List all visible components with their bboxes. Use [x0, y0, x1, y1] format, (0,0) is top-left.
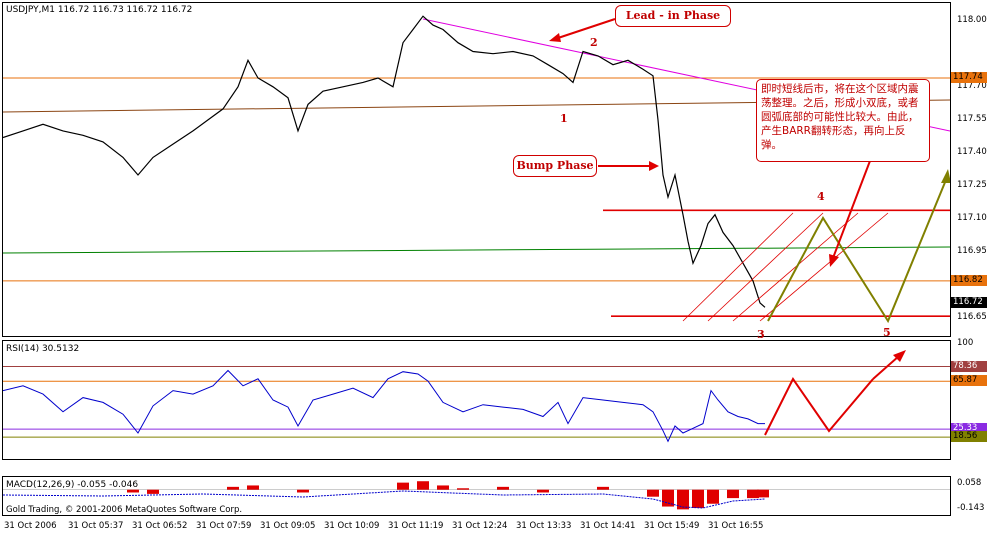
time-axis-tick: 31 Oct 09:05 — [260, 521, 316, 531]
wave-label-5: 5 — [883, 326, 891, 339]
rsi-title: RSI(14) 30.5132 — [6, 344, 80, 354]
price-badge: 116.82 — [951, 274, 987, 286]
price-series-line — [3, 15, 766, 308]
rsi-badge: 65.87 — [951, 375, 987, 387]
time-axis-tick: 31 Oct 14:41 — [580, 521, 636, 531]
time-axis-tick: 31 Oct 05:37 — [68, 521, 124, 531]
price-chart-title: USDJPY,M1 116.72 116.73 116.72 116.72 — [6, 5, 193, 15]
time-axis-tick: 31 Oct 2006 — [4, 521, 57, 531]
price-badge: 117.74 — [951, 71, 987, 83]
price-chart-pane[interactable] — [2, 2, 951, 337]
rsi-axis-tick: 100 — [957, 338, 974, 348]
channel-line-3 — [732, 212, 859, 322]
macd-histogram-bar — [297, 489, 309, 493]
copyright-text: Gold Trading, © 2001-2006 MetaQuotes Sof… — [6, 505, 243, 515]
bump-phase-callout: Bump Phase — [513, 155, 597, 177]
rsi-forecast-zigzag — [764, 377, 874, 436]
macd-histogram-bar — [647, 489, 659, 497]
time-axis-tick: 31 Oct 06:52 — [132, 521, 188, 531]
macd-title: MACD(12,26,9) -0.055 -0.046 — [6, 480, 139, 490]
price-badge: 116.72 — [951, 296, 987, 308]
time-axis-tick: 31 Oct 15:49 — [644, 521, 700, 531]
rsi-badge: 18.56 — [951, 431, 987, 443]
forecast-note: 即时短线后市，将在这个区域内震荡整理。之后，形成小双底，或者圆弧底部的可能性比较… — [756, 79, 930, 162]
price-axis-tick: 117.25 — [957, 180, 987, 191]
price-axis-tick: 116.65 — [957, 312, 987, 323]
wave-label-4: 4 — [817, 190, 825, 203]
channel-line-2 — [707, 212, 824, 322]
price-axis-tick: 117.55 — [957, 113, 987, 124]
price-axis-tick: 117.10 — [957, 213, 987, 224]
price-axis-tick: 118.00 — [957, 14, 987, 25]
price-axis-tick: 116.95 — [957, 246, 987, 257]
macd-histogram-bar — [127, 489, 139, 493]
time-axis-tick: 31 Oct 12:24 — [452, 521, 508, 531]
macd-histogram-bar — [147, 489, 159, 494]
lead-in-arrowhead — [549, 33, 561, 42]
price-axis-tick: 117.40 — [957, 146, 987, 157]
lead-in-phase-callout: Lead - in Phase — [615, 5, 731, 27]
macd-histogram-bar — [597, 486, 609, 490]
macd-histogram-bar — [397, 482, 409, 490]
forecast-arrowhead — [941, 169, 950, 183]
macd-histogram-bar — [692, 489, 704, 508]
macd-histogram-bar — [537, 489, 549, 493]
macd-histogram-bar — [227, 486, 239, 490]
channel-line-4 — [759, 212, 889, 322]
macd-histogram-bar — [707, 489, 719, 504]
wave-label-3: 3 — [757, 328, 765, 341]
time-axis-tick: 31 Oct 11:19 — [388, 521, 444, 531]
bump-arrowhead — [649, 161, 659, 171]
macd-histogram-bar — [727, 489, 739, 499]
wave-label-2: 2 — [590, 36, 598, 49]
rsi-svg — [3, 350, 950, 443]
macd-axis-tick: -0.143 — [957, 503, 985, 513]
time-axis-tick: 31 Oct 13:33 — [516, 521, 572, 531]
macd-histogram-bar — [677, 489, 689, 510]
lead-in-arrow — [554, 18, 616, 40]
macd-histogram-bar — [417, 481, 429, 490]
macd-histogram-bar — [437, 485, 449, 490]
time-axis-tick: 31 Oct 10:09 — [324, 521, 380, 531]
rsi-badge: 78.36 — [951, 360, 987, 372]
time-axis-tick: 31 Oct 07:59 — [196, 521, 252, 531]
macd-histogram-bar — [497, 486, 509, 490]
wave-label-1: 1 — [560, 112, 568, 125]
macd-axis-tick: 0.058 — [957, 478, 982, 488]
rsi-forecast-arrow — [872, 355, 900, 380]
price-chart-svg — [3, 15, 950, 324]
macd-histogram-bar — [757, 489, 769, 498]
macd-histogram-bar — [457, 488, 469, 490]
time-axis-tick: 31 Oct 16:55 — [708, 521, 764, 531]
macd-histogram-bar — [247, 485, 259, 490]
rsi-pane[interactable] — [2, 340, 951, 460]
